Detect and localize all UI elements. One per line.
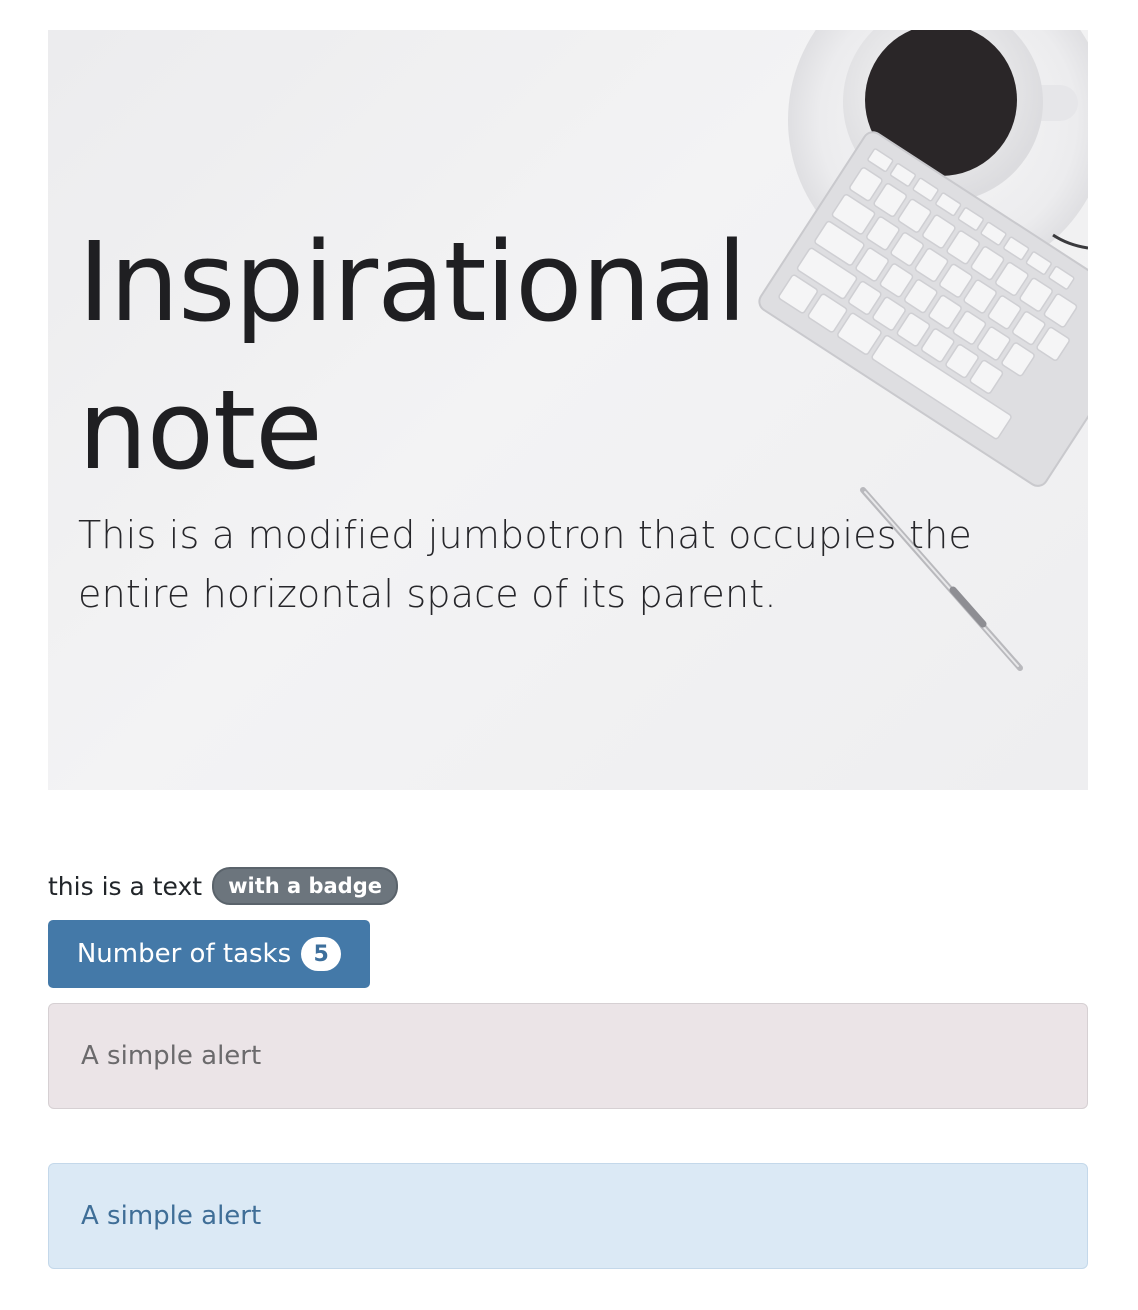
alert-text: A simple alert [81, 1041, 262, 1071]
number-of-tasks-button[interactable]: Number of tasks 5 [48, 920, 370, 988]
page: Inspirational note This is a modified ju… [0, 0, 1138, 1310]
alert-info: A simple alert [48, 1163, 1088, 1269]
jumbotron-lead: This is a modified jumbotron that occupi… [78, 513, 972, 616]
plain-text: this is a text [48, 871, 203, 901]
text-with-badge: this is a text with a badge [48, 866, 398, 906]
tasks-button-label: Number of tasks [76, 939, 292, 969]
cable-image [1052, 233, 1088, 250]
badge: with a badge [212, 867, 398, 905]
tasks-count-badge: 5 [301, 937, 342, 971]
jumbotron-title: Inspirational note [78, 218, 747, 494]
alert-text: A simple alert [81, 1201, 262, 1231]
alert-muted: A simple alert [48, 1003, 1088, 1109]
jumbotron: Inspirational note This is a modified ju… [48, 30, 1088, 790]
